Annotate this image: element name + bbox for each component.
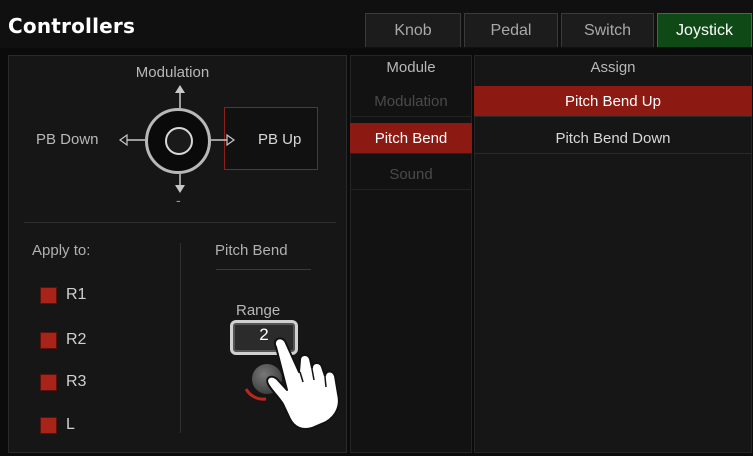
module-item-sound[interactable]: Sound <box>350 159 472 190</box>
assign-column-header: Assign <box>590 59 636 76</box>
assign-item-pitch-bend-up[interactable]: Pitch Bend Up <box>474 86 752 117</box>
module-item-pitch-bend[interactable]: Pitch Bend <box>350 123 472 154</box>
assign-item-pitch-bend-down[interactable]: Pitch Bend Down <box>474 123 752 154</box>
module-column-header: Module <box>386 59 436 76</box>
module-item-modulation[interactable]: Modulation <box>350 86 472 117</box>
